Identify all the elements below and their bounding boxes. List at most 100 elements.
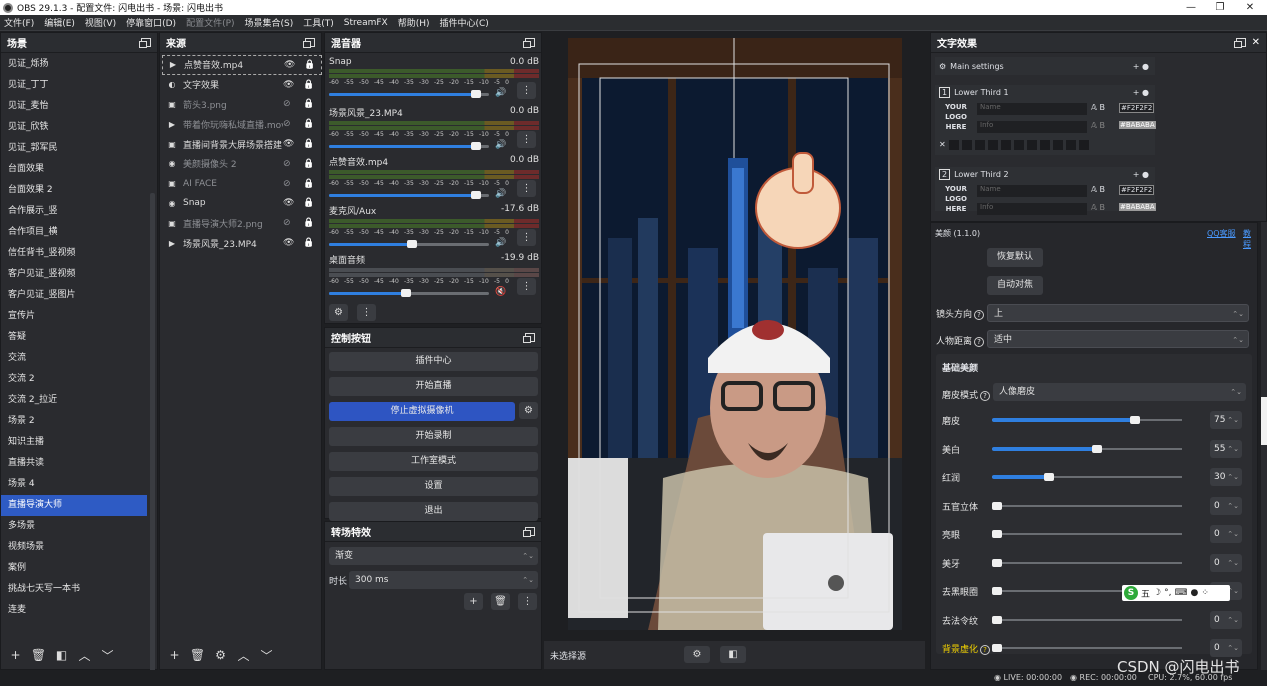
beauty-slider[interactable] bbox=[992, 558, 1182, 567]
lock-icon[interactable]: 🔒 bbox=[303, 159, 314, 169]
scene-item[interactable]: 案例 bbox=[1, 558, 147, 579]
reset-button[interactable]: 恢复默认 bbox=[987, 248, 1043, 267]
mixer-settings-button[interactable]: ⚙ bbox=[329, 304, 348, 321]
eye-off-icon[interactable]: ⊘ bbox=[283, 119, 291, 129]
add-source-button[interactable]: + bbox=[165, 647, 184, 664]
virtual-camera-settings-icon[interactable]: ⚙ bbox=[519, 402, 538, 419]
move-up-button[interactable]: ︿ bbox=[75, 647, 94, 664]
eye-icon[interactable]: 👁 bbox=[283, 198, 294, 208]
scene-item[interactable]: 合作项目_横 bbox=[1, 222, 147, 243]
close-icon[interactable]: ✕ bbox=[1252, 37, 1260, 48]
volume-slider[interactable]: 🔇 bbox=[329, 287, 539, 298]
scene-item[interactable]: 见证_麦怡 bbox=[1, 96, 147, 117]
color2-field[interactable]: #BABABA bbox=[1119, 121, 1156, 129]
beauty-slider[interactable] bbox=[992, 473, 1182, 481]
transition-menu-button[interactable]: ⋮ bbox=[518, 593, 537, 610]
eye-icon[interactable]: 👁 bbox=[283, 238, 294, 248]
toggle-icon[interactable]: + ● bbox=[1133, 62, 1149, 71]
scene-filters-button[interactable]: ◧ bbox=[52, 647, 71, 664]
speaker-icon[interactable]: 🔊 bbox=[495, 238, 506, 248]
source-properties-button[interactable]: ⚙ bbox=[211, 647, 230, 664]
name-input[interactable]: Name bbox=[977, 185, 1087, 197]
scenes-scrollbar[interactable] bbox=[150, 193, 155, 673]
font-bold-icon[interactable]: 𝔸 B bbox=[1091, 185, 1105, 194]
eye-off-icon[interactable]: ⊘ bbox=[283, 179, 291, 189]
lock-icon[interactable]: 🔒 bbox=[303, 139, 314, 149]
menu-item[interactable]: 工具(T) bbox=[303, 16, 334, 29]
scene-item[interactable]: 见证_丁丁 bbox=[1, 75, 147, 96]
scene-item[interactable]: 客户见证_竖图片 bbox=[1, 285, 147, 306]
color2-field[interactable]: #BABABA bbox=[1119, 203, 1156, 211]
control-button[interactable]: 退出 bbox=[329, 502, 538, 521]
beauty-slider[interactable] bbox=[992, 501, 1182, 510]
speaker-icon[interactable]: 🔊 bbox=[495, 88, 506, 98]
move-down-button[interactable]: ﹀ bbox=[257, 647, 276, 664]
undock-icon[interactable] bbox=[1233, 38, 1246, 48]
slider-value-spinbox[interactable]: 75 bbox=[1210, 411, 1242, 429]
scene-item[interactable]: 场景 4 bbox=[1, 474, 147, 495]
menu-item[interactable]: 帮助(H) bbox=[398, 16, 430, 29]
scene-item[interactable]: 台面效果 bbox=[1, 159, 147, 180]
transition-select[interactable]: 渐变 bbox=[329, 547, 538, 565]
move-up-button[interactable]: ︿ bbox=[234, 647, 253, 664]
lock-icon[interactable]: 🔒 bbox=[303, 198, 314, 208]
control-button[interactable]: 插件中心 bbox=[329, 352, 538, 371]
close-icon[interactable]: ✕ bbox=[939, 140, 946, 150]
source-item[interactable]: ◐ 文字效果 👁 🔒 bbox=[162, 75, 322, 95]
option-box[interactable] bbox=[948, 140, 959, 150]
option-box[interactable] bbox=[987, 140, 998, 150]
option-box[interactable] bbox=[1052, 140, 1063, 150]
source-item[interactable]: ▣ 直播间背景大屏场景搭建 👁 🔒 bbox=[162, 134, 322, 154]
scene-item[interactable]: 客户见证_竖视频 bbox=[1, 264, 147, 285]
toggle-icon[interactable]: + ● bbox=[1133, 170, 1149, 179]
channel-menu-button[interactable]: ⋮ bbox=[517, 82, 536, 99]
scene-item[interactable]: 台面效果 2 bbox=[1, 180, 147, 201]
eye-icon[interactable]: 👁 bbox=[283, 80, 294, 90]
scene-item[interactable]: 信任背书_竖视频 bbox=[1, 243, 147, 264]
scene-item[interactable]: 宣传片 bbox=[1, 306, 147, 327]
menu-item[interactable]: 视图(V) bbox=[85, 16, 116, 29]
scene-item[interactable]: 交流 bbox=[1, 348, 147, 369]
add-transition-button[interactable]: + bbox=[464, 593, 483, 610]
scene-item[interactable]: 合作展示_竖 bbox=[1, 201, 147, 222]
duration-spinbox[interactable]: 300 ms bbox=[349, 571, 538, 589]
move-down-button[interactable]: ﹀ bbox=[98, 647, 117, 664]
source-filters-icon[interactable]: ◧ bbox=[720, 646, 746, 663]
source-item[interactable]: ▣ 箭头3.png ⊘ 🔒 bbox=[162, 95, 322, 115]
scene-item[interactable]: 视频场景 bbox=[1, 537, 147, 558]
auto-focus-button[interactable]: 自动对焦 bbox=[987, 276, 1043, 295]
menu-item[interactable]: 插件中心(C) bbox=[440, 16, 489, 29]
slider-value-spinbox[interactable]: 55 bbox=[1210, 439, 1242, 458]
control-button[interactable]: 设置 bbox=[329, 477, 538, 496]
ime-toolbar[interactable]: S 五 ☽ °, ⌨ ● ⁘ bbox=[1122, 585, 1230, 601]
lock-icon[interactable]: 🔒 bbox=[303, 218, 314, 228]
scene-item[interactable]: 多场景 bbox=[1, 516, 147, 537]
toggle-icon[interactable]: + ● bbox=[1133, 88, 1149, 97]
delete-scene-button[interactable]: 🗑 bbox=[29, 647, 48, 664]
channel-menu-button[interactable]: ⋮ bbox=[517, 278, 536, 295]
source-item[interactable]: ◉ 美颜摄像头 2 ⊘ 🔒 bbox=[162, 154, 322, 174]
program-preview[interactable] bbox=[568, 38, 902, 630]
scene-item[interactable]: 直播共读 bbox=[1, 453, 147, 474]
close-button[interactable]: ✕ bbox=[1236, 0, 1264, 15]
delete-transition-button[interactable]: 🗑 bbox=[491, 593, 510, 610]
option-box[interactable] bbox=[1026, 140, 1037, 150]
source-item[interactable]: ▣ 直播导演大师2.png ⊘ 🔒 bbox=[162, 213, 322, 233]
lock-icon[interactable]: 🔒 bbox=[303, 99, 314, 109]
lock-icon[interactable]: 🔒 bbox=[304, 60, 315, 70]
font-bold-icon[interactable]: 𝔸 B bbox=[1091, 103, 1105, 112]
scene-item[interactable]: 交流 2_拉近 bbox=[1, 390, 147, 411]
volume-slider[interactable]: 🔊 bbox=[329, 189, 539, 200]
speaker-muted-icon[interactable]: 🔇 bbox=[495, 287, 506, 297]
control-button[interactable]: 停止虚拟摄像机 bbox=[329, 402, 515, 421]
control-button[interactable]: 开始直播 bbox=[329, 377, 538, 396]
eye-icon[interactable]: 👁 bbox=[284, 60, 295, 70]
slider-value-spinbox[interactable]: 0 bbox=[1210, 639, 1242, 657]
eye-off-icon[interactable]: ⊘ bbox=[283, 159, 291, 169]
option-box[interactable] bbox=[961, 140, 972, 150]
scene-item[interactable]: 直播导演大师 bbox=[1, 495, 147, 516]
scene-item[interactable]: 见证_烁扬 bbox=[1, 54, 147, 75]
eye-off-icon[interactable]: ⊘ bbox=[283, 218, 291, 228]
scene-item[interactable]: 见证_欣铁 bbox=[1, 117, 147, 138]
delete-source-button[interactable]: 🗑 bbox=[188, 647, 207, 664]
